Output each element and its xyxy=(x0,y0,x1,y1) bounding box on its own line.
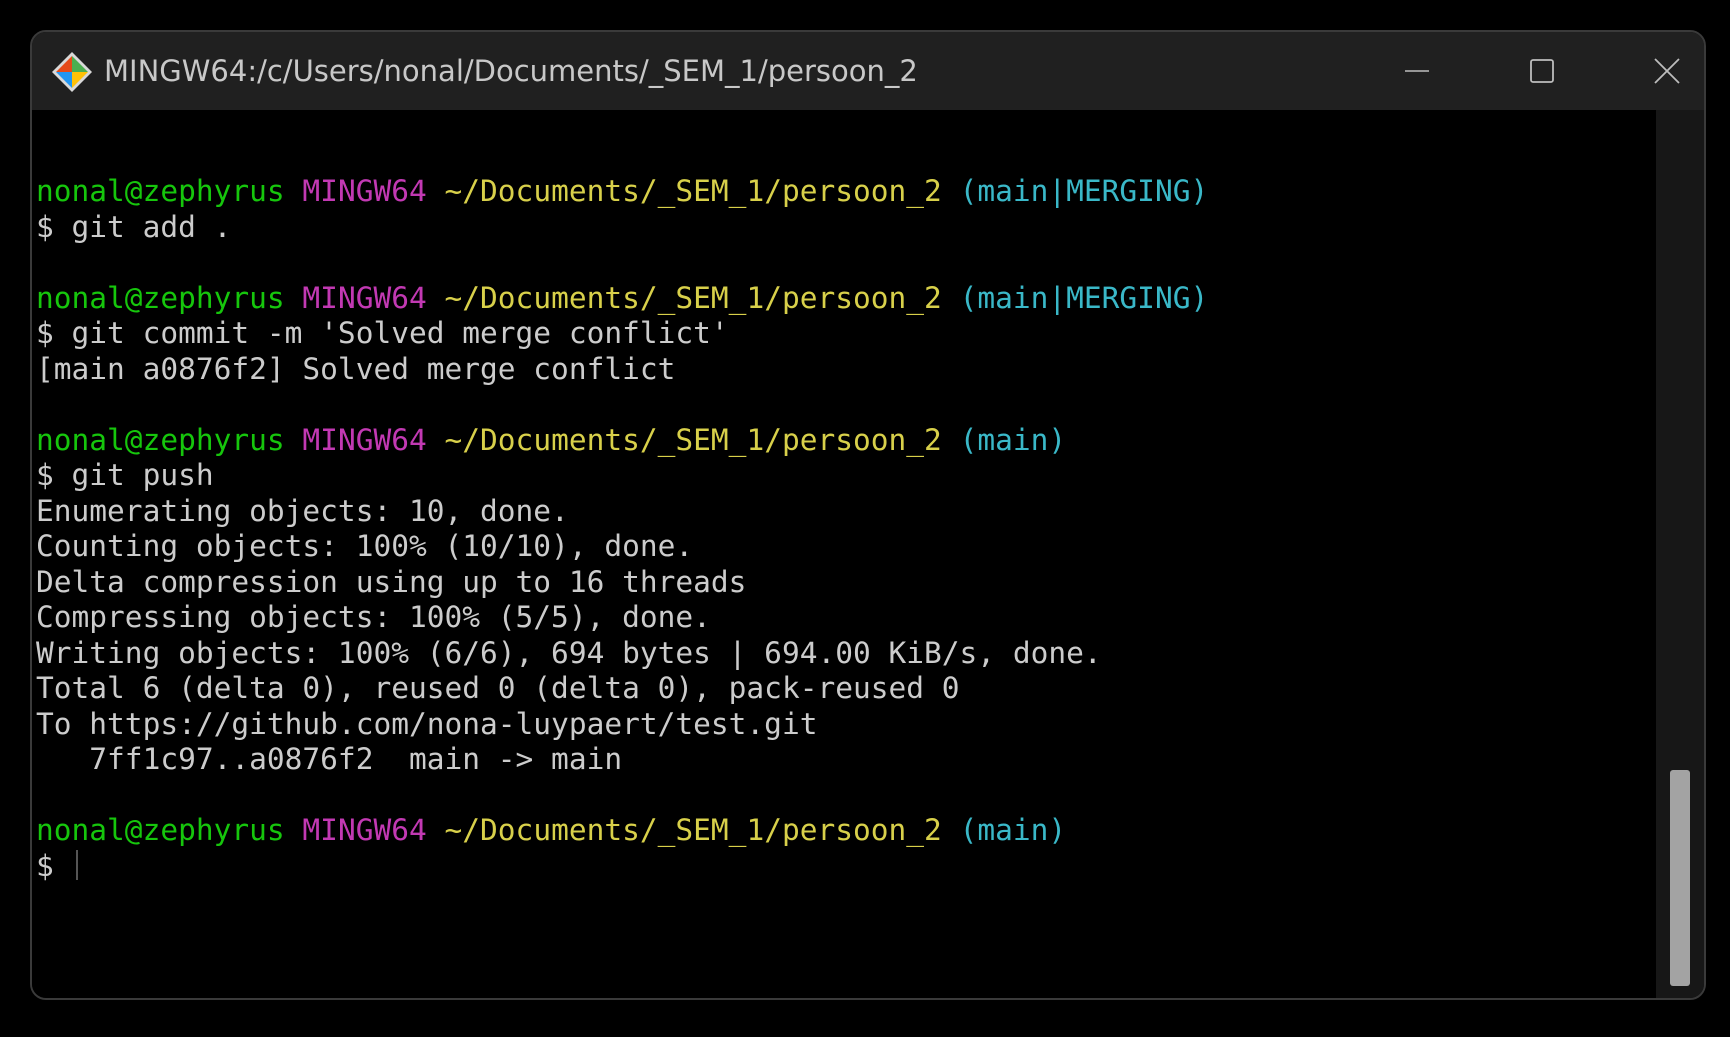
git-bash-diamond-icon xyxy=(50,50,94,94)
prompt-shell: MINGW64 xyxy=(302,174,427,208)
prompt-path: ~/Documents/_SEM_1/persoon_2 xyxy=(444,813,942,847)
prompt-shell: MINGW64 xyxy=(302,422,427,457)
maximize-icon xyxy=(1528,57,1556,85)
title-bar[interactable]: MINGW64:/c/Users/nonal/Documents/_SEM_1/… xyxy=(32,32,1704,110)
prompt-branch: (main) xyxy=(959,813,1067,847)
prompt-line: nonal@zephyrus MINGW64 ~/Documents/_SEM_… xyxy=(36,423,1656,459)
close-icon xyxy=(1653,57,1681,85)
vertical-scrollbar[interactable] xyxy=(1656,110,1704,998)
prompt-user-host: nonal@zephyrus xyxy=(36,422,285,457)
prompt-path: ~/Documents/_SEM_1/persoon_2 xyxy=(444,174,942,208)
output-line: Total 6 (delta 0), reused 0 (delta 0), p… xyxy=(36,671,960,705)
prompt-shell: MINGW64 xyxy=(302,813,427,847)
prompt-path: ~/Documents/_SEM_1/persoon_2 xyxy=(444,280,942,315)
minimize-icon xyxy=(1403,57,1431,85)
prompt-shell: MINGW64 xyxy=(302,280,427,315)
command-line: $ git add . xyxy=(36,209,232,244)
minimize-button[interactable] xyxy=(1362,32,1472,110)
text-cursor xyxy=(75,849,78,880)
output-line: Delta compression using up to 16 threads xyxy=(36,564,747,599)
terminal-output[interactable]: nonal@zephyrus MINGW64 ~/Documents/_SEM_… xyxy=(32,110,1656,998)
close-button[interactable] xyxy=(1612,32,1704,110)
prompt-path: ~/Documents/_SEM_1/persoon_2 xyxy=(444,422,942,457)
output-line: [main a0876f2] Solved merge conflict xyxy=(36,351,676,386)
terminal-window: MINGW64:/c/Users/nonal/Documents/_SEM_1/… xyxy=(30,30,1706,1000)
output-line: 7ff1c97..a0876f2 main -> main xyxy=(36,742,623,776)
prompt-line: nonal@zephyrus MINGW64 ~/Documents/_SEM_… xyxy=(36,281,1656,317)
output-line: Counting objects: 100% (10/10), done. xyxy=(36,529,694,563)
prompt-branch: (main) xyxy=(959,422,1067,457)
prompt-branch: (main|MERGING) xyxy=(959,174,1209,208)
command-line: $ git push xyxy=(36,458,214,492)
prompt-line: nonal@zephyrus MINGW64 ~/Documents/_SEM_… xyxy=(36,174,1656,210)
output-line: To https://github.com/nona-luypaert/test… xyxy=(36,706,818,741)
input-line[interactable]: $ xyxy=(36,849,1656,885)
prompt-user-host: nonal@zephyrus xyxy=(36,280,285,315)
output-line: Enumerating objects: 10, done. xyxy=(36,493,569,528)
output-line: Compressing objects: 100% (5/5), done. xyxy=(36,600,711,634)
prompt-user-host: nonal@zephyrus xyxy=(36,813,285,847)
window-title: MINGW64:/c/Users/nonal/Documents/_SEM_1/… xyxy=(104,54,918,88)
prompt-user-host: nonal@zephyrus xyxy=(36,174,285,208)
maximize-button[interactable] xyxy=(1487,32,1597,110)
output-line: Writing objects: 100% (6/6), 694 bytes |… xyxy=(36,635,1102,670)
command-line: $ git commit -m 'Solved merge conflict' xyxy=(36,316,729,350)
scrollbar-thumb[interactable] xyxy=(1670,770,1690,986)
prompt-branch: (main|MERGING) xyxy=(959,280,1209,315)
prompt-line: nonal@zephyrus MINGW64 ~/Documents/_SEM_… xyxy=(36,813,1656,849)
input-prompt: $ xyxy=(36,848,72,883)
